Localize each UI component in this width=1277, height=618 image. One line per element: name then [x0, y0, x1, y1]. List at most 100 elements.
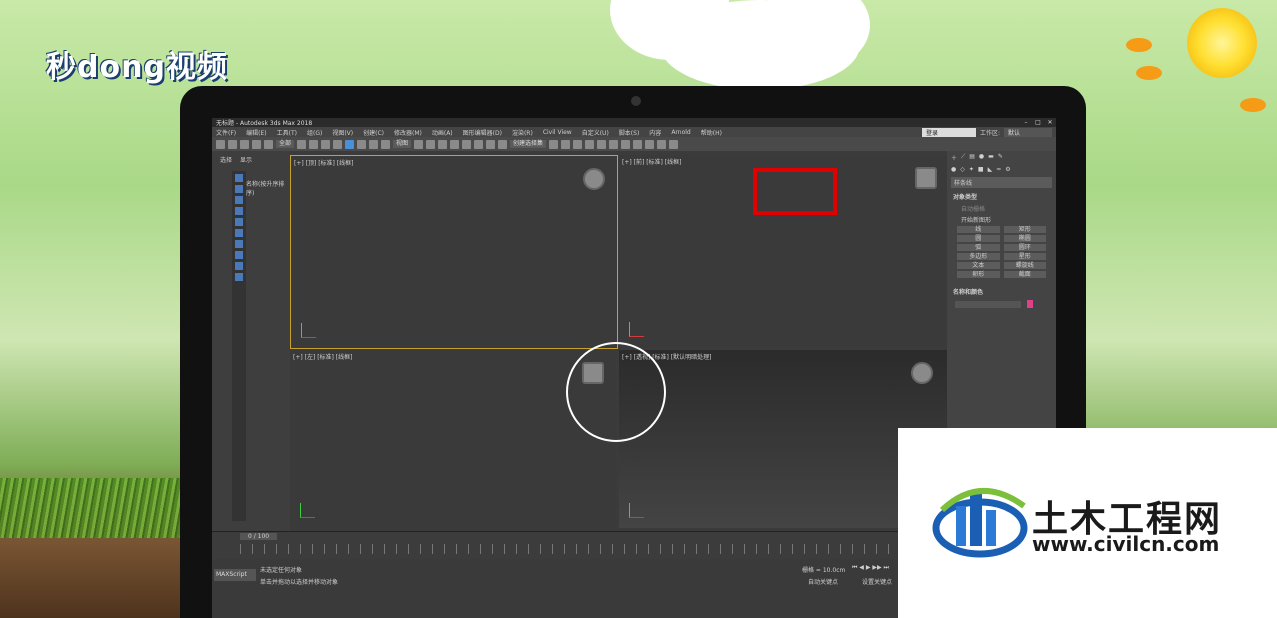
- scene-explorer-icon[interactable]: [585, 139, 595, 149]
- menu-item[interactable]: 动画(A): [432, 128, 453, 137]
- schematic-view-icon[interactable]: [621, 139, 631, 149]
- menu-item[interactable]: Civil View: [543, 129, 572, 136]
- viewport-left-label[interactable]: [+] [左] [标准] [线框]: [293, 352, 352, 361]
- reference-coord-dropdown[interactable]: 视图: [393, 140, 412, 148]
- viewcube-icon[interactable]: [583, 168, 605, 190]
- user-login-box[interactable]: 登录: [921, 128, 976, 137]
- minimize-icon[interactable]: –: [1020, 119, 1032, 126]
- explorer-filter-icon[interactable]: [235, 207, 243, 215]
- explorer-filter-icon[interactable]: [235, 273, 243, 281]
- explorer-filter-icon[interactable]: [235, 185, 243, 193]
- time-slider-frame[interactable]: 0 / 100: [240, 533, 278, 540]
- tab-select[interactable]: 选择: [220, 155, 232, 164]
- motion-tab-icon[interactable]: ●: [979, 153, 984, 162]
- modify-tab-icon[interactable]: ⟋: [961, 153, 965, 162]
- viewport-front-label[interactable]: [+] [前] [标准] [线框]: [622, 157, 681, 166]
- autogrid-checkbox[interactable]: 自动栅格: [947, 203, 1056, 214]
- egg-button[interactable]: 卵形: [957, 271, 1000, 278]
- menu-item[interactable]: 编辑(E): [246, 128, 266, 137]
- systems-icon[interactable]: ⚙: [1005, 166, 1010, 173]
- bind-icon[interactable]: [264, 139, 273, 149]
- link-icon[interactable]: [240, 139, 249, 149]
- menu-item[interactable]: 修改器(M): [394, 128, 422, 137]
- menu-item[interactable]: 组(G): [307, 128, 322, 137]
- maxscript-listener[interactable]: MAXScript: [214, 569, 256, 581]
- render-icon[interactable]: [669, 139, 679, 149]
- rotate-icon[interactable]: [357, 139, 367, 149]
- spacewarps-icon[interactable]: ≈: [996, 166, 1001, 173]
- select-manipulate-icon[interactable]: [426, 139, 436, 149]
- explorer-filter-icon[interactable]: [235, 218, 243, 226]
- cameras-icon[interactable]: ■: [978, 166, 984, 173]
- ribbon-icon[interactable]: [597, 139, 607, 149]
- category-dropdown[interactable]: 样条线: [951, 177, 1052, 188]
- window-crossing-icon[interactable]: [333, 139, 343, 149]
- redo-icon[interactable]: [228, 139, 237, 149]
- rollout-name-color[interactable]: 名称和颜色: [947, 285, 1056, 298]
- object-name-field[interactable]: [955, 301, 1021, 308]
- mirror-icon[interactable]: [549, 139, 559, 149]
- menu-item[interactable]: 帮助(H): [701, 128, 722, 137]
- named-selection-dropdown[interactable]: 创建选择集: [510, 140, 547, 148]
- menu-item[interactable]: 文件(F): [216, 128, 236, 137]
- helpers-icon[interactable]: ◣: [988, 166, 993, 173]
- scale-icon[interactable]: [369, 139, 379, 149]
- explorer-filter-icon[interactable]: [235, 174, 243, 182]
- lights-icon[interactable]: ✦: [969, 166, 974, 173]
- menu-item[interactable]: 内容: [649, 128, 661, 137]
- arc-button[interactable]: 弧: [957, 244, 1000, 251]
- rollout-object-type[interactable]: 对象类型: [947, 190, 1056, 203]
- menu-item[interactable]: 视图(V): [332, 128, 353, 137]
- render-setup-icon[interactable]: [645, 139, 655, 149]
- section-button[interactable]: 截面: [1003, 271, 1046, 278]
- explorer-filter-icon[interactable]: [235, 240, 243, 248]
- start-new-shape-checkbox[interactable]: 开始新图形: [947, 214, 1056, 225]
- rectangle-button[interactable]: 矩形: [1003, 226, 1046, 233]
- helix-button[interactable]: 螺旋线: [1003, 262, 1046, 269]
- autokey-button[interactable]: 自动关键点: [808, 577, 838, 586]
- explorer-filter-icon[interactable]: [235, 196, 243, 204]
- viewport-top[interactable]: [+] [顶] [标准] [线框]: [290, 155, 618, 349]
- select-object-icon[interactable]: [297, 139, 307, 149]
- text-button[interactable]: 文本: [957, 262, 1000, 269]
- workspace-dropdown[interactable]: 默认: [1004, 128, 1052, 137]
- percent-snap-icon[interactable]: [474, 139, 484, 149]
- move-icon[interactable]: [345, 139, 355, 149]
- menu-item[interactable]: 渲染(R): [512, 128, 533, 137]
- star-button[interactable]: 星形: [1003, 253, 1046, 260]
- tab-display[interactable]: 显示: [240, 155, 252, 164]
- viewcube-icon[interactable]: [915, 167, 937, 189]
- display-tab-icon[interactable]: ▬: [988, 153, 994, 162]
- hierarchy-tab-icon[interactable]: ▤: [969, 153, 975, 162]
- selection-filter-dropdown[interactable]: 全部: [276, 140, 295, 148]
- explorer-filter-icon[interactable]: [235, 229, 243, 237]
- playback-controls-icon[interactable]: ⏮ ◀ ▶ ▶▶ ⏭: [852, 564, 889, 572]
- region-select-icon[interactable]: [321, 139, 331, 149]
- angle-snap-icon[interactable]: [462, 139, 472, 149]
- explorer-filter-icon[interactable]: [235, 251, 243, 259]
- select-by-name-icon[interactable]: [309, 139, 319, 149]
- menu-item[interactable]: 图形编辑器(D): [463, 128, 502, 137]
- explorer-filter-icon[interactable]: [235, 262, 243, 270]
- setkey-button[interactable]: 设置关键点: [862, 577, 892, 586]
- spinner-snap-icon[interactable]: [486, 139, 496, 149]
- rendered-frame-icon[interactable]: [657, 139, 667, 149]
- curve-editor-icon[interactable]: [609, 139, 619, 149]
- geometry-icon[interactable]: ●: [951, 166, 956, 173]
- place-icon[interactable]: [381, 139, 391, 149]
- shapes-icon[interactable]: ◇: [960, 166, 965, 173]
- viewport-top-label[interactable]: [+] [顶] [标准] [线框]: [294, 158, 353, 167]
- menu-item[interactable]: 自定义(U): [582, 128, 609, 137]
- align-icon[interactable]: [561, 139, 571, 149]
- keyboard-shortcut-icon[interactable]: [438, 139, 448, 149]
- material-editor-icon[interactable]: [633, 139, 643, 149]
- menu-item[interactable]: 工具(T): [277, 128, 297, 137]
- menu-item[interactable]: 脚本(S): [619, 128, 640, 137]
- create-tab-icon[interactable]: ＋: [951, 153, 957, 162]
- snap-3d-icon[interactable]: [450, 139, 460, 149]
- donut-button[interactable]: 圆环: [1003, 244, 1046, 251]
- menu-item[interactable]: Arnold: [671, 129, 690, 136]
- viewcube-icon[interactable]: [911, 362, 933, 384]
- utilities-tab-icon[interactable]: ✎: [998, 153, 1003, 162]
- circle-button[interactable]: 圆: [957, 235, 1000, 242]
